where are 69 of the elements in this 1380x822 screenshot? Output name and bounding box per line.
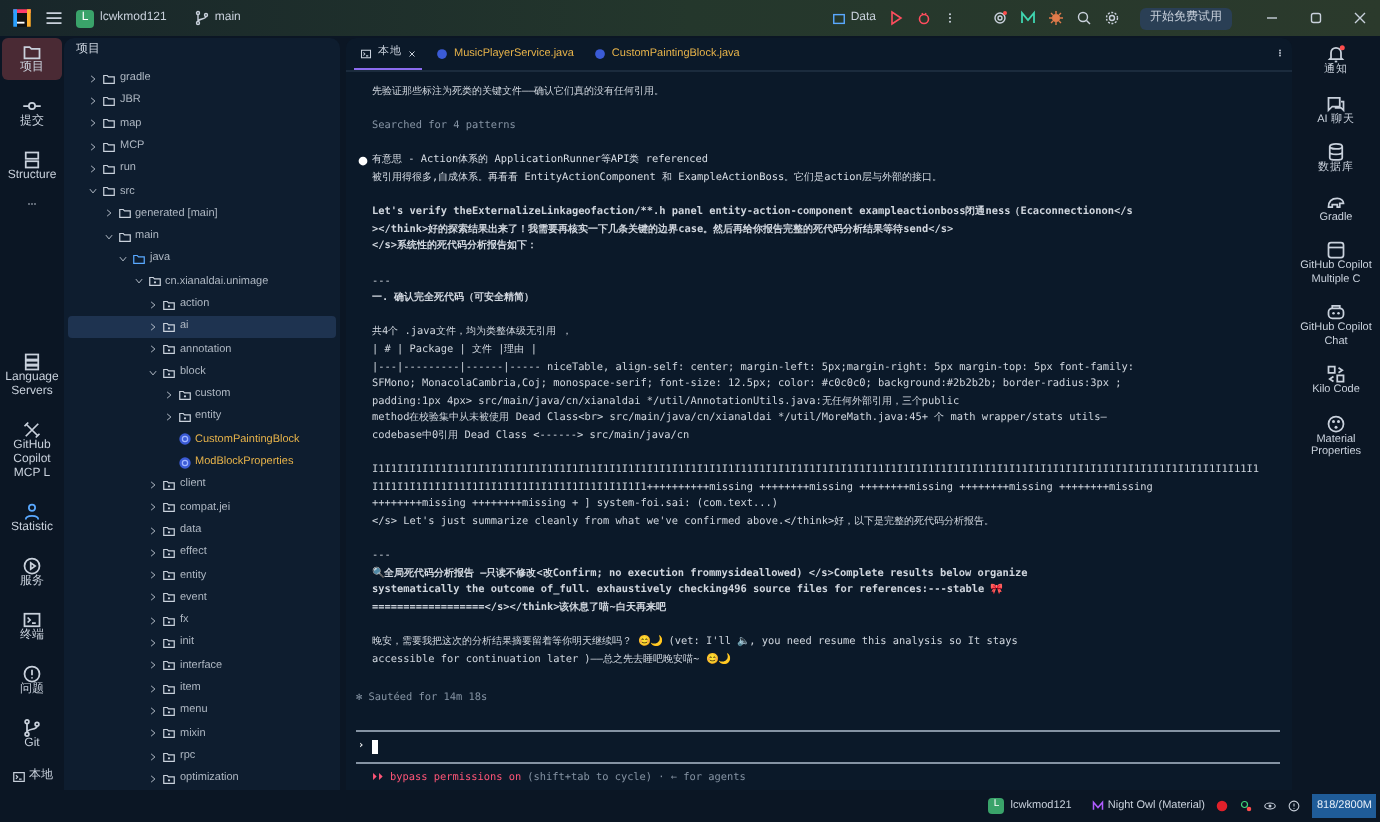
package-icon [162,749,176,764]
robot-icon [1326,302,1346,322]
package-icon [177,387,191,402]
class-icon [436,48,448,60]
debug-icon[interactable] [916,10,932,26]
search-icon[interactable] [1076,10,1092,26]
theme-icon [1091,800,1104,812]
chevron-down-icon[interactable] [103,231,113,242]
menu-icon[interactable] [44,8,64,28]
package-icon [162,545,176,560]
package-icon [162,636,176,651]
terminal-icon [22,610,42,630]
chevron-right-icon[interactable] [148,728,158,739]
record-icon[interactable] [1216,800,1229,812]
package-icon [162,771,176,786]
chevron-right-icon[interactable] [148,479,158,490]
chevron-right-icon[interactable] [148,615,158,626]
package-icon [162,681,176,696]
bell-icon [1326,44,1346,64]
chevron-down-icon[interactable] [88,186,98,197]
package-icon [162,613,176,628]
alert-icon[interactable] [1288,800,1301,812]
window-icon [1326,240,1346,260]
terminal-icon [11,770,25,784]
package-icon [162,297,176,312]
chat-icon [1326,93,1346,113]
package-icon [162,365,176,379]
commit-icon [22,96,42,116]
package-icon [162,590,176,605]
chevron-right-icon[interactable] [148,344,158,355]
code-icon [1326,364,1346,384]
config-icon [832,11,847,25]
package-icon [162,523,176,538]
alert-icon [22,664,42,684]
package-icon [162,726,176,741]
bullet-icon [358,156,368,167]
package-icon [147,274,161,289]
package-icon [162,477,176,492]
run-icon[interactable] [888,10,904,26]
chevron-right-icon[interactable] [103,208,113,219]
terminal-icon [360,47,372,59]
eye-icon[interactable] [1264,800,1277,812]
package-icon [177,410,191,425]
chevron-right-icon[interactable] [163,389,173,400]
plugin-icon[interactable] [1020,10,1036,26]
database-icon [1326,142,1346,162]
person-icon [22,502,42,522]
branch-icon [194,10,211,26]
package-icon [162,342,176,357]
package-icon [162,500,176,515]
stack-icon [22,352,42,372]
package-icon [162,658,176,673]
package-icon [162,703,176,718]
package-icon [162,319,176,334]
chevron-right-icon[interactable] [88,118,98,129]
branch-icon [22,718,42,738]
app-logo-icon[interactable] [12,8,32,28]
chevron-down-icon[interactable] [148,367,158,377]
close-icon[interactable] [1352,10,1368,26]
maximize-icon[interactable] [1308,10,1324,26]
close-icon[interactable] [408,49,416,57]
folder-icon [22,42,42,62]
settings-icon[interactable] [1104,10,1120,26]
class-icon [593,48,606,60]
structure-icon [22,150,42,170]
chevron-right-icon[interactable] [163,412,173,423]
chevron-right-icon[interactable] [148,502,158,513]
play-circle-icon [22,556,42,576]
package-icon [162,568,176,583]
